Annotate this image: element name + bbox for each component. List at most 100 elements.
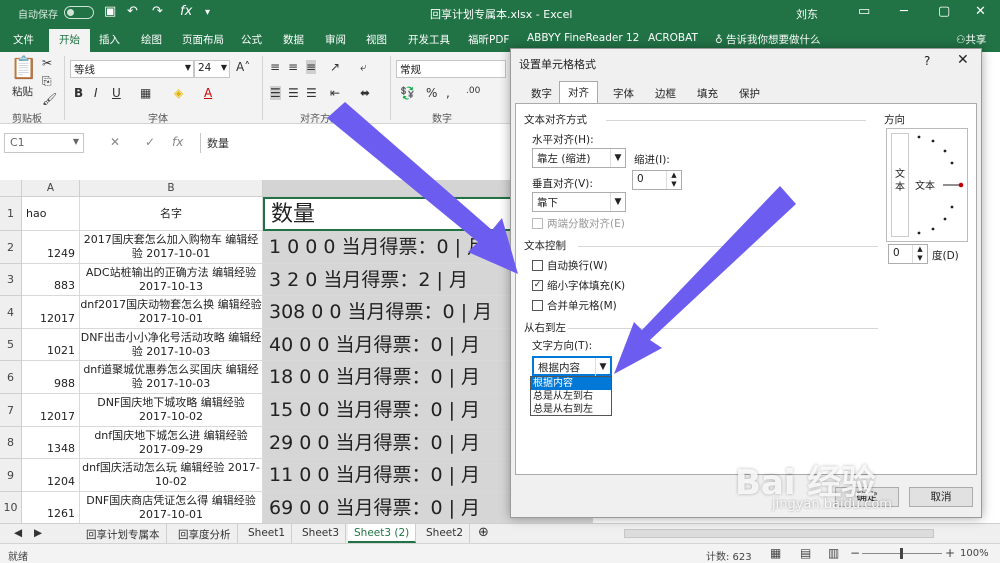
name-box[interactable]: C1 ▼ <box>4 133 84 153</box>
tab-alignment[interactable]: 对齐 <box>559 81 598 104</box>
font-size-select[interactable]: 24 ▼ <box>194 60 230 78</box>
tab-file[interactable]: 文件 <box>13 32 34 47</box>
zoom-in-icon[interactable]: + <box>945 546 955 560</box>
cell-name[interactable]: dnf道聚城优惠券怎么买国庆 编辑经验 2017-10-03 <box>80 361 263 394</box>
cell-name[interactable]: dnf国庆活动怎么玩 编辑经验 2017-10-02 <box>80 459 263 492</box>
cut-icon[interactable]: ✂ <box>42 56 52 70</box>
cell-name[interactable]: DNF出击小小净化号活动攻略 编辑经验 2017-10-03 <box>80 329 263 361</box>
font-name-select[interactable]: 等线 ▼ <box>70 60 194 78</box>
page-break-view-icon[interactable]: ▥ <box>828 546 839 560</box>
indent-icon[interactable]: ⇤ <box>330 86 340 100</box>
cancel-button[interactable]: 取消 <box>909 487 973 507</box>
font-color-icon[interactable]: A <box>204 86 212 100</box>
option-right-to-left[interactable]: 总是从右到左 <box>531 403 611 416</box>
paste-icon[interactable]: 📋 <box>10 56 37 81</box>
tab-protection[interactable]: 保护 <box>731 83 768 103</box>
tell-me-search[interactable]: ♁ 告诉我你想要做什么 <box>715 32 821 47</box>
close-icon[interactable]: ✕ <box>975 4 986 19</box>
text-direction-dropdown[interactable]: 根据内容 总是从左到右 总是从右到左 <box>530 376 612 416</box>
row-header[interactable]: 8 <box>0 427 22 459</box>
row-header[interactable]: 4 <box>0 296 22 329</box>
row-header[interactable]: 7 <box>0 394 22 427</box>
horizontal-scrollbar[interactable] <box>624 529 934 538</box>
fill-color-icon[interactable]: ◈ <box>174 86 183 100</box>
spinner-arrows-icon[interactable]: ▲ ▼ <box>666 171 681 189</box>
option-context[interactable]: 根据内容 <box>531 377 611 390</box>
cell-hao[interactable]: 1348 <box>22 427 80 459</box>
align-bottom-icon[interactable]: ≡ <box>306 60 317 74</box>
align-center-icon[interactable]: ☰ <box>288 86 299 100</box>
user-name[interactable]: 刘东 <box>796 6 818 22</box>
comma-icon[interactable]: , <box>446 86 450 100</box>
cell-name[interactable]: dnf国庆地下城怎么进 编辑经验 2017-09-29 <box>80 427 263 459</box>
underline-button[interactable]: U <box>112 86 121 100</box>
cell-hao[interactable]: 1249 <box>22 231 80 264</box>
row-header[interactable]: 10 <box>0 492 22 524</box>
spinner-arrows-icon[interactable]: ▲ ▼ <box>912 245 927 263</box>
row-header[interactable]: 2 <box>0 231 22 264</box>
indent-spinner[interactable]: 0 ▲ ▼ <box>632 170 682 190</box>
increase-font-icon[interactable]: A˄ <box>236 60 250 74</box>
format-painter-icon[interactable]: 🖌 <box>42 92 57 106</box>
formula-input[interactable]: 数量 <box>200 133 510 153</box>
tab-foxit-pdf[interactable]: 福昕PDF <box>468 32 509 47</box>
sheet-tab[interactable]: Sheet1 <box>242 524 293 543</box>
cell-name[interactable]: 2017国庆套怎么加入购物车 编辑经验 2017-10-01 <box>80 231 263 264</box>
share-button[interactable]: ⚇共享 <box>956 32 986 47</box>
tab-insert[interactable]: 插入 <box>99 32 120 47</box>
shrink-to-fit-checkbox[interactable]: ✓ <box>532 280 543 291</box>
option-left-to-right[interactable]: 总是从左到右 <box>531 390 611 403</box>
cancel-entry-icon[interactable]: ✕ <box>110 135 120 149</box>
cell-b1[interactable]: 名字 <box>80 197 263 231</box>
currency-icon[interactable]: 💱 <box>400 86 415 100</box>
cell-name[interactable]: dnf2017国庆动物套怎么换 编辑经验 2017-10-01 <box>80 296 263 329</box>
tab-data[interactable]: 数据 <box>283 32 304 47</box>
autosave-toggle[interactable] <box>64 6 94 19</box>
maximize-icon[interactable]: ▢ <box>938 4 950 19</box>
bold-button[interactable]: B <box>74 86 83 100</box>
sheet-tab[interactable]: Sheet3 <box>296 524 347 543</box>
cell-hao[interactable]: 988 <box>22 361 80 394</box>
text-direction-select[interactable]: 根据内容 ▼ <box>532 356 612 376</box>
vertical-align-select[interactable]: 靠下 ▼ <box>532 192 626 212</box>
row-header[interactable]: 6 <box>0 361 22 394</box>
tab-formulas[interactable]: 公式 <box>241 32 262 47</box>
column-header-a[interactable]: A <box>22 180 80 197</box>
merge-center-icon[interactable]: ⬌ <box>360 86 370 100</box>
select-all-corner[interactable] <box>0 180 22 197</box>
scroll-sheets-right-icon[interactable]: ▶ <box>28 524 48 543</box>
tab-draw[interactable]: 绘图 <box>141 32 162 47</box>
scroll-sheets-left-icon[interactable]: ◀ <box>8 524 28 543</box>
cell-name[interactable]: DNF国庆地下城攻略 编辑经验 2017-10-02 <box>80 394 263 427</box>
copy-icon[interactable]: ⎘ <box>42 74 52 89</box>
cell-name[interactable]: DNF国庆商店凭证怎么得 编辑经验 2017-10-01 <box>80 492 263 524</box>
tab-view[interactable]: 视图 <box>366 32 387 47</box>
page-layout-view-icon[interactable]: ▤ <box>800 546 811 560</box>
redo-icon[interactable]: ↷ <box>152 4 163 19</box>
sheet-tab-active[interactable]: Sheet3 (2) <box>348 524 417 543</box>
add-sheet-icon[interactable]: ⊕ <box>472 522 495 541</box>
tab-border[interactable]: 边框 <box>647 83 684 103</box>
tab-home[interactable]: 开始 <box>49 29 90 52</box>
cell-hao[interactable]: 12017 <box>22 394 80 427</box>
tab-page-layout[interactable]: 页面布局 <box>182 32 224 47</box>
column-header-b[interactable]: B <box>80 180 263 197</box>
row-header[interactable]: 1 <box>0 197 22 231</box>
percent-icon[interactable]: % <box>426 86 437 100</box>
horizontal-align-select[interactable]: 靠左 (缩进) ▼ <box>532 148 626 168</box>
italic-button[interactable]: I <box>94 86 98 100</box>
minimize-icon[interactable]: ─ <box>900 4 908 19</box>
paste-button[interactable]: 粘贴 <box>12 84 33 99</box>
dialog-close-icon[interactable]: ✕ <box>957 52 969 68</box>
undo-icon[interactable]: ↶ <box>127 4 138 19</box>
tab-acrobat[interactable]: ACROBAT <box>648 32 698 44</box>
wrap-text-checkbox[interactable] <box>532 260 543 271</box>
sheet-tab[interactable]: 回享度分析 <box>172 524 238 543</box>
cell-hao[interactable]: 12017 <box>22 296 80 329</box>
align-middle-icon[interactable]: ≡ <box>288 60 298 74</box>
row-header[interactable]: 3 <box>0 264 22 296</box>
orientation-box[interactable]: 文本 文本 <box>886 128 968 242</box>
zoom-slider-thumb[interactable] <box>900 548 903 559</box>
normal-view-icon[interactable]: ▦ <box>770 546 781 560</box>
number-format-select[interactable]: 常规 <box>396 60 506 78</box>
